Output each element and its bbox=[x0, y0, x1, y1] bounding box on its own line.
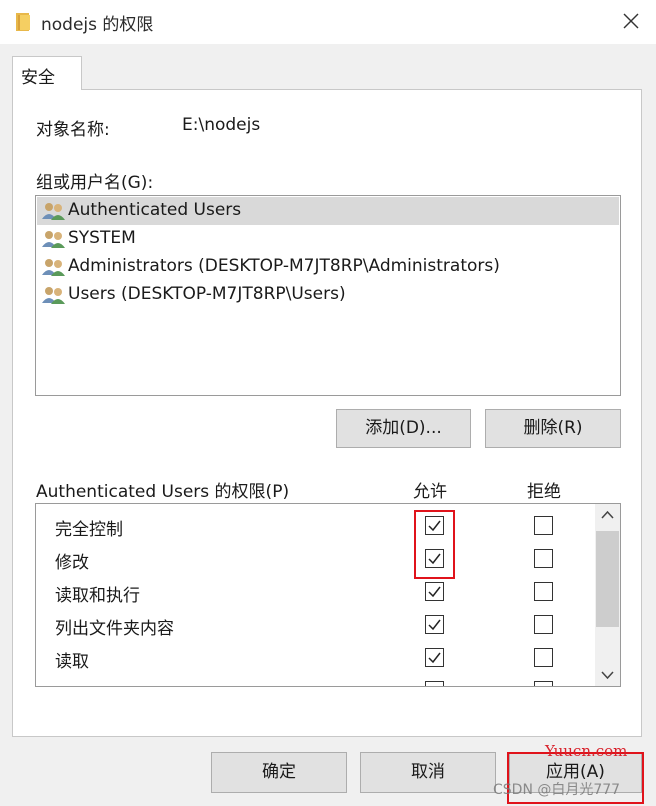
permissions-list[interactable]: 完全控制 修改 读取和执行 列出文件夹内容 读取 bbox=[35, 503, 621, 687]
deny-checkbox[interactable] bbox=[534, 549, 553, 568]
permission-row-read: 读取 bbox=[36, 642, 596, 675]
chevron-up-icon bbox=[601, 510, 614, 519]
permission-row-read-execute: 读取和执行 bbox=[36, 576, 596, 609]
scroll-thumb[interactable] bbox=[596, 531, 619, 627]
list-item-label: Authenticated Users bbox=[68, 200, 242, 220]
allow-checkbox[interactable] bbox=[425, 582, 444, 601]
title-bar: nodejs 的权限 bbox=[0, 0, 656, 44]
permission-name: 修改 bbox=[55, 553, 89, 573]
cancel-button-label: 取消 bbox=[411, 762, 445, 782]
user-group-icon bbox=[42, 202, 66, 225]
allow-header: 允许 bbox=[413, 482, 447, 502]
permission-row-modify: 修改 bbox=[36, 543, 596, 576]
permissions-scrollbar[interactable] bbox=[595, 504, 620, 686]
deny-checkbox[interactable] bbox=[534, 681, 553, 686]
remove-button-label: 删除(R) bbox=[523, 418, 583, 438]
scroll-down-button[interactable] bbox=[595, 664, 620, 686]
user-group-icon bbox=[42, 258, 66, 281]
deny-checkbox[interactable] bbox=[534, 648, 553, 667]
watermark-site: Yuucn.com bbox=[545, 742, 628, 760]
close-button[interactable] bbox=[612, 6, 652, 38]
allow-checkbox[interactable] bbox=[425, 681, 444, 686]
list-item-label: SYSTEM bbox=[68, 228, 136, 248]
permission-name: 完全控制 bbox=[55, 520, 123, 540]
list-item-users[interactable]: Users (DESKTOP-M7JT8RP\Users) bbox=[37, 281, 619, 309]
deny-checkbox[interactable] bbox=[534, 615, 553, 634]
permission-name: 列出文件夹内容 bbox=[55, 619, 174, 639]
checkmark-icon bbox=[428, 652, 441, 664]
checkmark-icon bbox=[428, 586, 441, 598]
permission-row-full-control: 完全控制 bbox=[36, 510, 596, 543]
permission-name: 读取和执行 bbox=[55, 586, 140, 606]
allow-checkbox[interactable] bbox=[425, 615, 444, 634]
object-name-label: 对象名称: bbox=[36, 120, 110, 140]
permission-name: 读取 bbox=[55, 652, 89, 672]
permissions-title: Authenticated Users 的权限(P) bbox=[36, 482, 290, 502]
highlight-allow-box bbox=[414, 510, 455, 579]
allow-checkbox[interactable] bbox=[425, 648, 444, 667]
user-group-icon bbox=[42, 230, 66, 253]
folder-icon bbox=[16, 13, 32, 31]
list-item-authenticated-users[interactable]: Authenticated Users bbox=[37, 197, 619, 225]
scroll-up-button[interactable] bbox=[595, 504, 620, 526]
permission-row-partial bbox=[36, 675, 596, 686]
remove-button[interactable]: 删除(R) bbox=[485, 409, 621, 448]
window-title: nodejs 的权限 bbox=[41, 15, 154, 35]
user-group-icon bbox=[42, 286, 66, 309]
tab-security[interactable]: 安全 bbox=[12, 56, 82, 90]
add-button[interactable]: 添加(D)... bbox=[336, 409, 471, 448]
list-item-label: Administrators (DESKTOP-M7JT8RP\Administ… bbox=[68, 256, 500, 276]
tab-security-label: 安全 bbox=[21, 68, 55, 88]
watermark-author: CSDN @白月光777 bbox=[493, 782, 621, 798]
object-name-value: E:\nodejs bbox=[182, 115, 261, 135]
cancel-button[interactable]: 取消 bbox=[360, 752, 496, 793]
close-icon bbox=[623, 13, 639, 29]
ok-button-label: 确定 bbox=[262, 762, 296, 782]
checkmark-icon bbox=[428, 619, 441, 631]
list-item-label: Users (DESKTOP-M7JT8RP\Users) bbox=[68, 284, 346, 304]
groups-label: 组或用户名(G): bbox=[36, 173, 154, 193]
deny-checkbox[interactable] bbox=[534, 516, 553, 535]
list-item-administrators[interactable]: Administrators (DESKTOP-M7JT8RP\Administ… bbox=[37, 253, 619, 281]
list-item-system[interactable]: SYSTEM bbox=[37, 225, 619, 253]
ok-button[interactable]: 确定 bbox=[211, 752, 347, 793]
groups-listbox[interactable]: Authenticated Users SYSTEM Administrator… bbox=[35, 195, 621, 396]
chevron-down-icon bbox=[601, 671, 614, 680]
add-button-label: 添加(D)... bbox=[365, 418, 442, 438]
deny-checkbox[interactable] bbox=[534, 582, 553, 601]
deny-header: 拒绝 bbox=[527, 482, 561, 502]
permission-row-list-folder: 列出文件夹内容 bbox=[36, 609, 596, 642]
